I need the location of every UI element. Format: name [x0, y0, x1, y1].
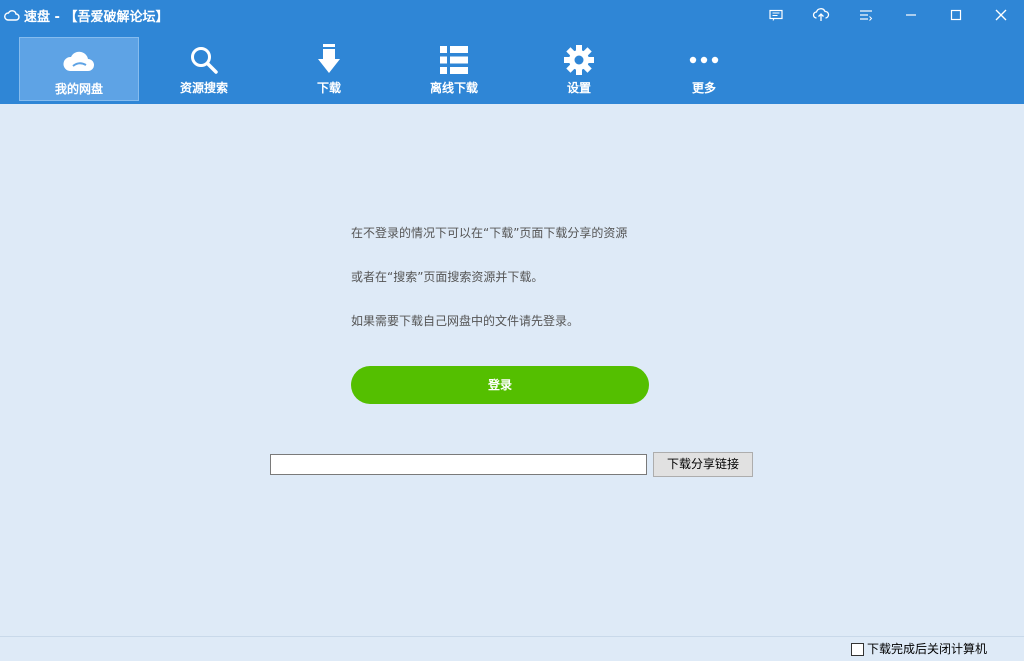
app-title: 速盘 - 【吾爱破解论坛】	[4, 6, 169, 25]
status-bar: 下载完成后关闭计算机	[0, 636, 1024, 661]
tab-label: 资源搜索	[179, 81, 228, 95]
list-icon	[440, 46, 468, 74]
tab-resource-search[interactable]: 资源搜索	[144, 37, 264, 101]
download-arrow-icon	[318, 44, 340, 73]
info-line-download: 在不登录的情况下可以在“下载”页面下载分享的资源	[351, 226, 628, 240]
tab-label: 更多	[691, 81, 716, 95]
menu-button[interactable]	[846, 0, 886, 30]
message-icon	[769, 9, 783, 21]
share-link-input[interactable]	[270, 454, 647, 475]
app-title-text: 速盘 - 【吾爱破解论坛】	[24, 9, 169, 25]
tab-more[interactable]: 更多	[644, 37, 764, 101]
login-button[interactable]: 登录	[351, 366, 649, 404]
shutdown-checkbox[interactable]	[851, 643, 864, 656]
message-button[interactable]	[756, 0, 796, 30]
tab-label: 我的网盘	[54, 82, 103, 96]
tab-offline-download[interactable]: 离线下载	[394, 37, 514, 101]
maximize-button[interactable]	[936, 0, 976, 30]
minimize-button[interactable]	[891, 0, 931, 30]
cloud-upload-icon	[812, 8, 830, 21]
minimize-icon	[906, 14, 916, 16]
gear-icon	[564, 45, 594, 75]
search-icon	[191, 47, 218, 74]
main-panel: 在不登录的情况下可以在“下载”页面下载分享的资源 或者在“搜索”页面搜索资源并下…	[0, 104, 1024, 636]
tab-settings[interactable]: 设置	[519, 37, 639, 101]
main-toolbar: 我的网盘 资源搜索 下载 离线下载 设置 更多	[0, 30, 1024, 104]
menu-icon	[860, 10, 873, 21]
info-line-login: 如果需要下载自己网盘中的文件请先登录。	[351, 314, 580, 328]
download-share-link-button[interactable]: 下载分享链接	[653, 452, 753, 477]
close-button[interactable]	[981, 0, 1021, 30]
cloud-icon	[4, 10, 20, 21]
tab-my-disk[interactable]: 我的网盘	[19, 37, 139, 101]
shutdown-label: 下载完成后关闭计算机	[867, 642, 988, 656]
cloud-upload-button[interactable]	[801, 0, 841, 30]
close-icon	[995, 9, 1007, 21]
info-line-search: 或者在“搜索”页面搜索资源并下载。	[351, 270, 544, 284]
cloud-icon	[63, 51, 94, 71]
tab-label: 下载	[316, 81, 341, 95]
maximize-icon	[950, 9, 962, 21]
tab-download[interactable]: 下载	[269, 37, 389, 101]
title-bar: 速盘 - 【吾爱破解论坛】	[0, 0, 1024, 30]
tab-label: 离线下载	[429, 81, 478, 95]
tab-label: 设置	[566, 81, 591, 95]
more-dots-icon	[689, 56, 719, 64]
